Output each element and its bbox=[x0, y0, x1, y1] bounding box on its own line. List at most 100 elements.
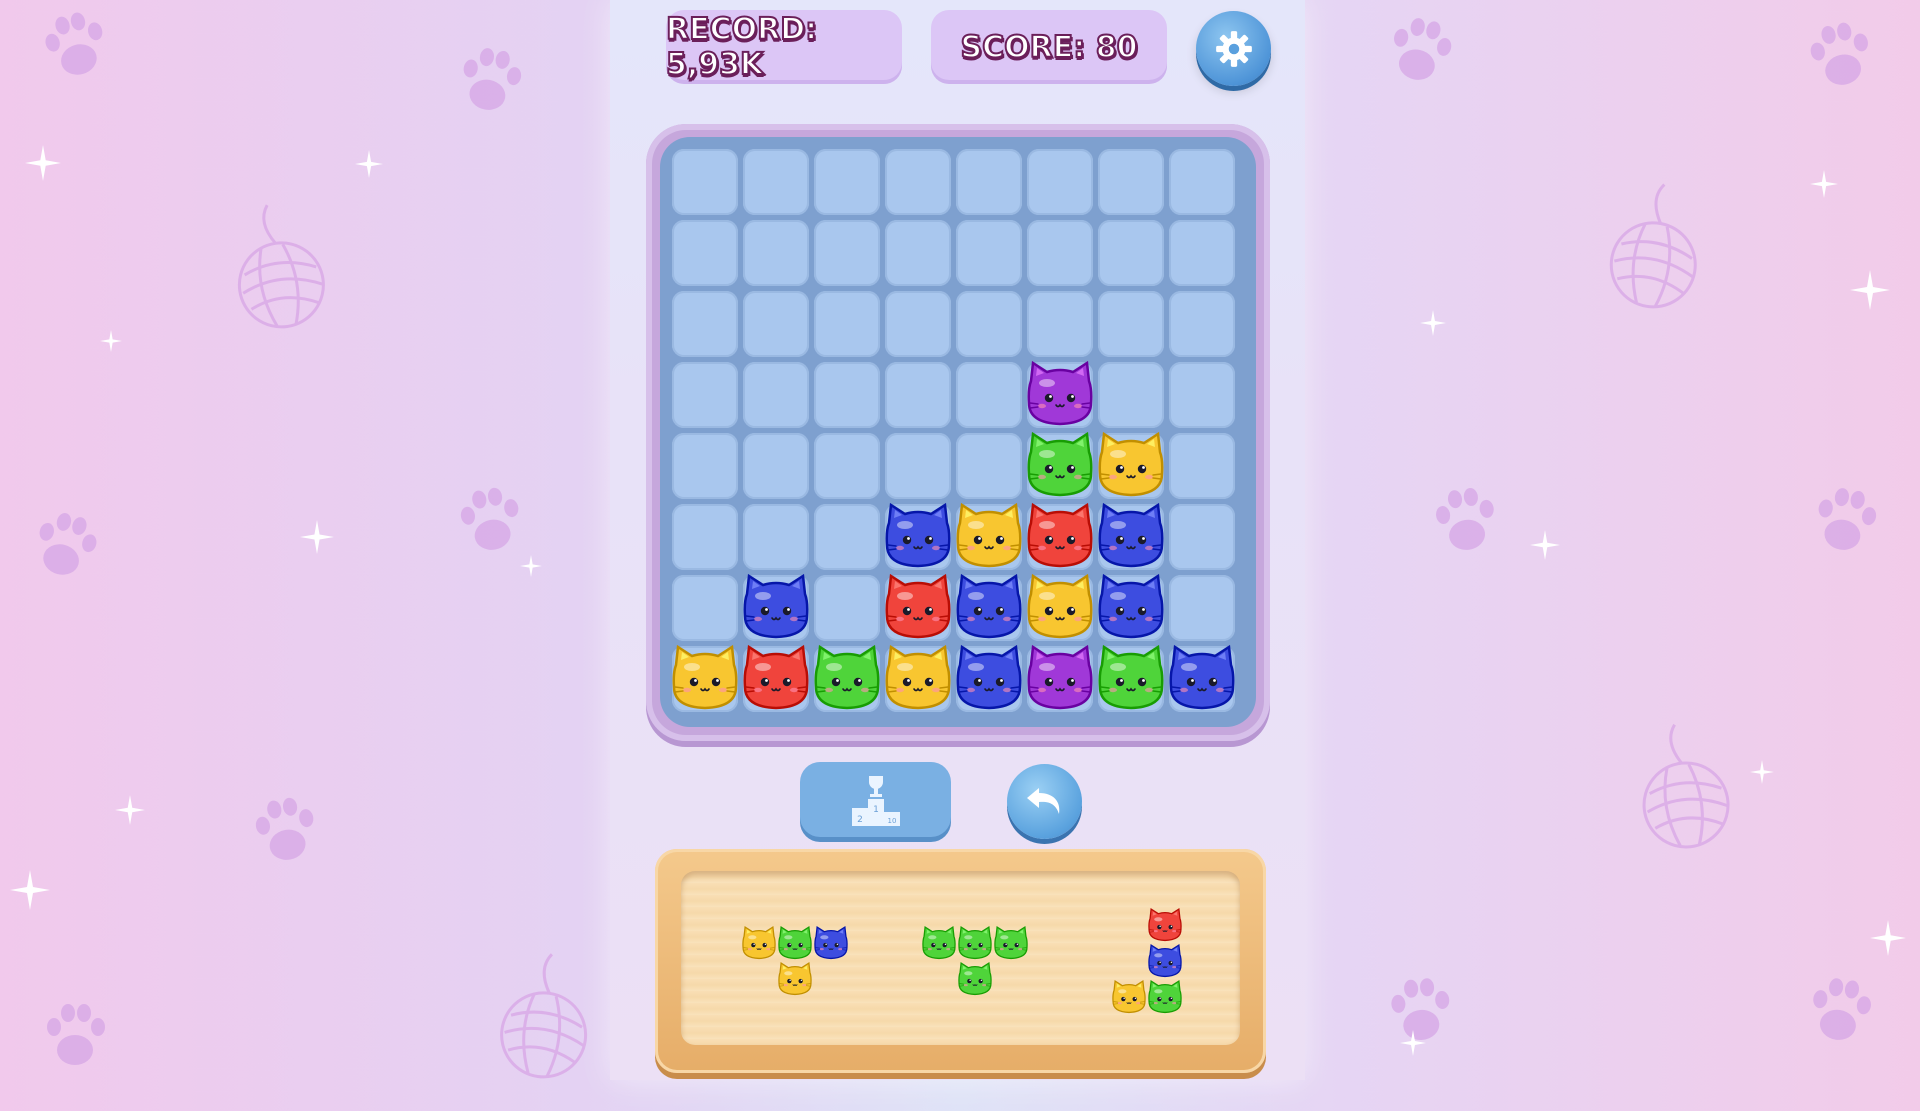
yarn-ball-icon bbox=[1622, 715, 1747, 876]
sparkle-icon bbox=[1810, 170, 1838, 198]
sparkle-icon bbox=[520, 555, 542, 577]
board-cell[interactable] bbox=[885, 291, 951, 357]
board-cell[interactable] bbox=[956, 433, 1022, 499]
board-cell[interactable] bbox=[743, 220, 809, 286]
board-cell[interactable] bbox=[814, 433, 880, 499]
board-cell[interactable] bbox=[1169, 149, 1235, 215]
cat-block-green bbox=[921, 925, 957, 961]
piece-tray bbox=[655, 849, 1266, 1073]
board-cell[interactable] bbox=[814, 149, 880, 215]
sparkle-icon bbox=[355, 150, 383, 178]
board-cell[interactable] bbox=[814, 362, 880, 428]
board-cell[interactable] bbox=[1169, 433, 1235, 499]
paw-print-icon bbox=[244, 785, 327, 876]
board-cell[interactable] bbox=[956, 220, 1022, 286]
board-cell[interactable] bbox=[1169, 220, 1235, 286]
board-cell[interactable] bbox=[1169, 575, 1235, 641]
cat-block-blue bbox=[954, 643, 1024, 713]
board-cell[interactable] bbox=[1169, 362, 1235, 428]
board-grid[interactable] bbox=[660, 137, 1256, 727]
cat-block-yellow bbox=[883, 643, 953, 713]
cat-block-green bbox=[812, 643, 882, 713]
cat-block-blue bbox=[954, 572, 1024, 642]
paw-print-icon bbox=[1797, 9, 1882, 102]
board-cell[interactable] bbox=[1027, 220, 1093, 286]
board-cell[interactable] bbox=[814, 504, 880, 570]
cat-block-red bbox=[883, 572, 953, 642]
paw-print-icon bbox=[1804, 475, 1887, 566]
board-cell[interactable] bbox=[885, 433, 951, 499]
board-cell[interactable] bbox=[672, 291, 738, 357]
board-cell[interactable] bbox=[743, 433, 809, 499]
cat-block-blue bbox=[1096, 572, 1166, 642]
board-cell[interactable] bbox=[956, 362, 1022, 428]
board-cell[interactable] bbox=[1027, 149, 1093, 215]
board-cell[interactable] bbox=[672, 149, 738, 215]
yarn-ball-icon bbox=[1588, 172, 1722, 339]
cat-block-blue bbox=[1167, 643, 1237, 713]
paw-print-icon bbox=[1800, 966, 1880, 1055]
board-cell[interactable] bbox=[672, 362, 738, 428]
board-cell[interactable] bbox=[743, 291, 809, 357]
piece-tray-inner bbox=[681, 871, 1240, 1045]
board-cell[interactable] bbox=[1169, 291, 1235, 357]
cat-block-green bbox=[1025, 430, 1095, 500]
cat-block-red bbox=[1025, 501, 1095, 571]
record-panel: RECORD: 5,93K bbox=[665, 10, 902, 84]
sparkle-icon bbox=[1420, 310, 1446, 336]
cat-block-yellow bbox=[1096, 430, 1166, 500]
board-cell[interactable] bbox=[1098, 220, 1164, 286]
podium-2: 2 bbox=[857, 815, 863, 825]
sparkle-icon bbox=[1750, 760, 1774, 784]
board-cell[interactable] bbox=[743, 362, 809, 428]
board-cell[interactable] bbox=[956, 149, 1022, 215]
board-cell[interactable] bbox=[956, 291, 1022, 357]
paw-print-icon bbox=[449, 35, 532, 126]
board-cell[interactable] bbox=[672, 575, 738, 641]
board-cell[interactable] bbox=[1027, 291, 1093, 357]
board-cell[interactable] bbox=[814, 220, 880, 286]
cat-block-green bbox=[993, 925, 1029, 961]
paw-print-icon bbox=[1377, 4, 1462, 97]
paw-print-icon bbox=[449, 475, 532, 566]
board-cell[interactable] bbox=[1098, 362, 1164, 428]
cat-block-red bbox=[1147, 907, 1183, 943]
settings-button[interactable] bbox=[1196, 11, 1271, 86]
record-label: RECORD: 5,93K bbox=[665, 11, 818, 83]
board-cell[interactable] bbox=[885, 149, 951, 215]
sparkle-icon bbox=[25, 145, 61, 181]
cat-block-red bbox=[741, 643, 811, 713]
sparkle-icon bbox=[10, 870, 50, 910]
board-cell[interactable] bbox=[814, 575, 880, 641]
cat-block-yellow bbox=[954, 501, 1024, 571]
board-cell[interactable] bbox=[672, 504, 738, 570]
board-cell[interactable] bbox=[743, 504, 809, 570]
sparkle-icon bbox=[1850, 270, 1890, 310]
board-cell[interactable] bbox=[814, 291, 880, 357]
cat-block-yellow bbox=[741, 925, 777, 961]
cat-block-purple bbox=[1025, 643, 1095, 713]
podium-10: 10 bbox=[887, 817, 896, 825]
board-cell[interactable] bbox=[885, 362, 951, 428]
cat-block-blue bbox=[883, 501, 953, 571]
podium-icon: 2 1 10 bbox=[851, 775, 900, 826]
cat-block-yellow bbox=[1025, 572, 1095, 642]
board-cell[interactable] bbox=[1098, 291, 1164, 357]
board-cell[interactable] bbox=[672, 433, 738, 499]
sparkle-icon bbox=[300, 520, 334, 554]
board-cell[interactable] bbox=[1169, 504, 1235, 570]
sparkle-icon bbox=[115, 795, 145, 825]
cat-block-green bbox=[1096, 643, 1166, 713]
leaderboard-button[interactable]: 2 1 10 bbox=[800, 762, 951, 837]
board-cell[interactable] bbox=[885, 220, 951, 286]
paw-print-icon bbox=[31, 0, 119, 93]
sparkle-icon bbox=[1400, 1030, 1426, 1056]
cat-block-yellow bbox=[670, 643, 740, 713]
podium-1: 1 bbox=[873, 805, 879, 815]
cat-block-blue bbox=[1147, 943, 1183, 979]
board-cell[interactable] bbox=[743, 149, 809, 215]
cat-block-green bbox=[957, 925, 993, 961]
undo-button[interactable] bbox=[1007, 764, 1082, 839]
board-cell[interactable] bbox=[1098, 149, 1164, 215]
board-cell[interactable] bbox=[672, 220, 738, 286]
